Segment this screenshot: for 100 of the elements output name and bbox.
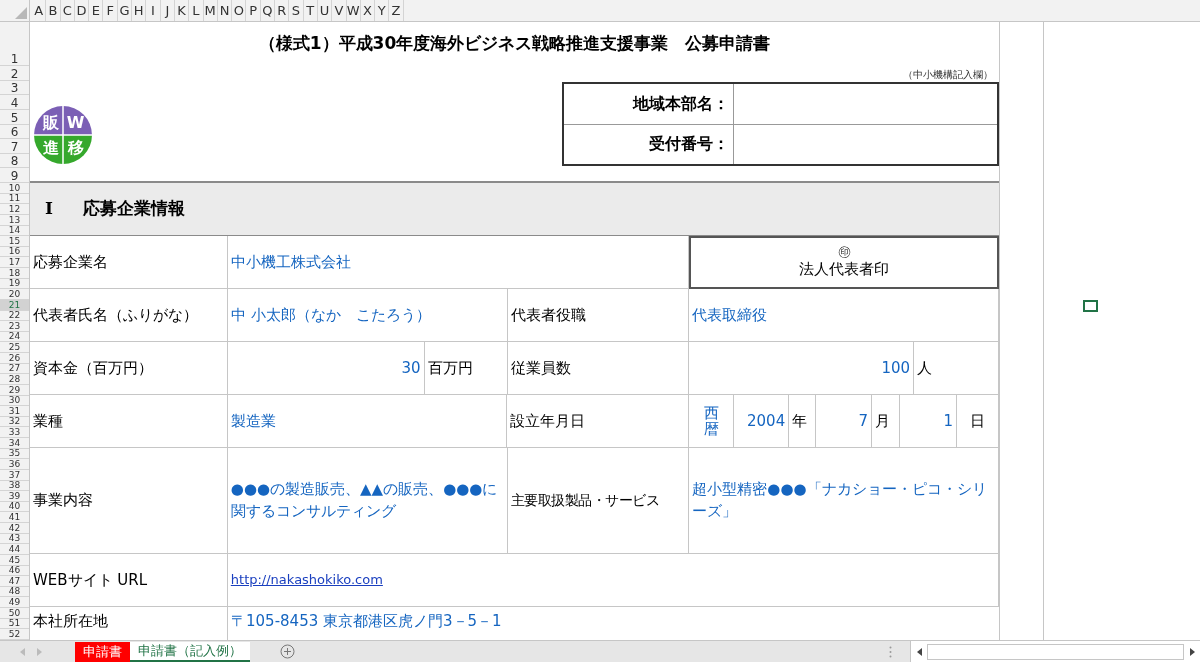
row-header[interactable]: 21	[0, 299, 29, 311]
website-link[interactable]: http://nakashokiko.com	[230, 570, 383, 590]
row-header[interactable]: 15	[0, 236, 29, 247]
row-header[interactable]: 45	[0, 554, 29, 566]
row-header[interactable]: 35	[0, 448, 29, 460]
row-header[interactable]: 30	[0, 395, 29, 407]
column-header[interactable]: L	[189, 0, 204, 21]
field-value: 30	[401, 357, 421, 379]
column-header[interactable]: I	[146, 0, 161, 21]
row-header[interactable]: 4	[0, 95, 29, 110]
row-header[interactable]: 16	[0, 246, 29, 258]
row-header[interactable]: 44	[0, 544, 29, 555]
row-header[interactable]: 17	[0, 257, 29, 268]
field-label: 本社所在地	[33, 611, 108, 632]
select-all-icon[interactable]	[15, 7, 27, 19]
field-label: 事業内容	[33, 490, 93, 512]
column-header[interactable]: M	[203, 0, 218, 21]
column-header[interactable]: U	[317, 0, 333, 21]
field-value: 100	[881, 357, 911, 379]
row-header[interactable]: 1	[0, 22, 29, 66]
field-label: 設立年月日	[510, 410, 586, 432]
row-header[interactable]: 3	[0, 80, 29, 96]
row-header[interactable]: 6	[0, 124, 29, 140]
row-header[interactable]: 25	[0, 342, 29, 353]
column-header[interactable]: G	[117, 0, 133, 21]
column-header[interactable]: Q	[260, 0, 276, 21]
row-header[interactable]: 43	[0, 533, 29, 545]
row-header[interactable]: 7	[0, 139, 29, 154]
column-header[interactable]: N	[217, 0, 233, 21]
column-header[interactable]: W	[346, 0, 361, 21]
row-header[interactable]: 52	[0, 629, 29, 640]
field-label: 主要取扱製品・サービス	[510, 491, 659, 510]
column-header[interactable]: C	[60, 0, 75, 21]
row-header[interactable]: 13	[0, 214, 29, 226]
row-header[interactable]: 10	[0, 183, 29, 194]
row-header[interactable]: 29	[0, 384, 29, 396]
column-header[interactable]: F	[103, 0, 118, 21]
row-header[interactable]: 14	[0, 225, 29, 237]
column-header[interactable]: D	[74, 0, 90, 21]
column-header[interactable]: Y	[375, 0, 390, 21]
row-header[interactable]: 39	[0, 491, 29, 502]
row-header[interactable]: 49	[0, 597, 29, 608]
scroll-right-icon[interactable]	[1189, 647, 1195, 656]
field-label: 代表者氏名（ふりがな）	[33, 304, 198, 326]
column-header[interactable]: S	[289, 0, 304, 21]
column-header[interactable]: O	[232, 0, 247, 21]
column-header[interactable]: V	[332, 0, 347, 21]
row-header[interactable]: 20	[0, 289, 29, 300]
row-header[interactable]: 2	[0, 66, 29, 81]
row-header[interactable]: 33	[0, 427, 29, 438]
column-header[interactable]: B	[46, 0, 61, 21]
column-header[interactable]: T	[303, 0, 318, 21]
column-header[interactable]: R	[275, 0, 290, 21]
row-header[interactable]: 8	[0, 153, 29, 169]
column-header[interactable]: J	[160, 0, 175, 21]
row-header[interactable]: 36	[0, 459, 29, 470]
row-header[interactable]: 51	[0, 618, 29, 630]
column-header[interactable]: A	[32, 0, 47, 21]
row-header[interactable]: 19	[0, 278, 29, 290]
sheet-tab[interactable]: 申請書（記入例）	[130, 641, 250, 662]
column-header[interactable]: K	[174, 0, 190, 21]
row-header[interactable]: 37	[0, 469, 29, 481]
row-header[interactable]: 38	[0, 480, 29, 492]
column-header[interactable]: P	[246, 0, 261, 21]
row-header[interactable]: 24	[0, 331, 29, 343]
row-header[interactable]: 31	[0, 406, 29, 417]
row-header[interactable]: 18	[0, 268, 29, 279]
field-value: 代表取締役	[692, 304, 768, 326]
column-header[interactable]: Z	[389, 0, 404, 21]
row-header[interactable]: 27	[0, 363, 29, 375]
row-header[interactable]: 34	[0, 438, 29, 449]
row-header[interactable]: 32	[0, 416, 29, 428]
column-header[interactable]: H	[132, 0, 147, 21]
row-header[interactable]: 50	[0, 608, 29, 619]
row-header[interactable]: 28	[0, 374, 29, 385]
section-number: Ⅰ	[45, 197, 53, 221]
row-header[interactable]: 23	[0, 321, 29, 332]
active-cell[interactable]	[1083, 300, 1098, 312]
logo-character: W	[65, 111, 86, 134]
unit-label: 人	[917, 357, 933, 379]
scrollbar-thumb[interactable]	[927, 643, 1184, 660]
row-header[interactable]: 42	[0, 523, 29, 534]
row-header[interactable]: 26	[0, 353, 29, 364]
row-header[interactable]: 11	[0, 193, 29, 205]
row-header[interactable]: 12	[0, 204, 29, 215]
row-header[interactable]: 9	[0, 168, 29, 183]
row-header[interactable]: 22	[0, 310, 29, 322]
splitter-handle-icon[interactable]	[889, 645, 892, 658]
sheet-tab[interactable]: 申請書	[75, 641, 130, 662]
add-sheet-icon[interactable]	[280, 644, 295, 659]
row-header[interactable]: 40	[0, 501, 29, 513]
row-header[interactable]: 5	[0, 109, 29, 125]
row-header[interactable]: 41	[0, 512, 29, 523]
scroll-left-icon[interactable]	[916, 647, 922, 656]
field-value: 〒105-8453 東京都港区虎ノ門3－5－1	[231, 611, 502, 632]
column-header[interactable]: E	[89, 0, 104, 21]
row-header[interactable]: 47	[0, 576, 29, 587]
column-header[interactable]: X	[360, 0, 376, 21]
row-header[interactable]: 46	[0, 565, 29, 577]
row-header[interactable]: 48	[0, 586, 29, 598]
